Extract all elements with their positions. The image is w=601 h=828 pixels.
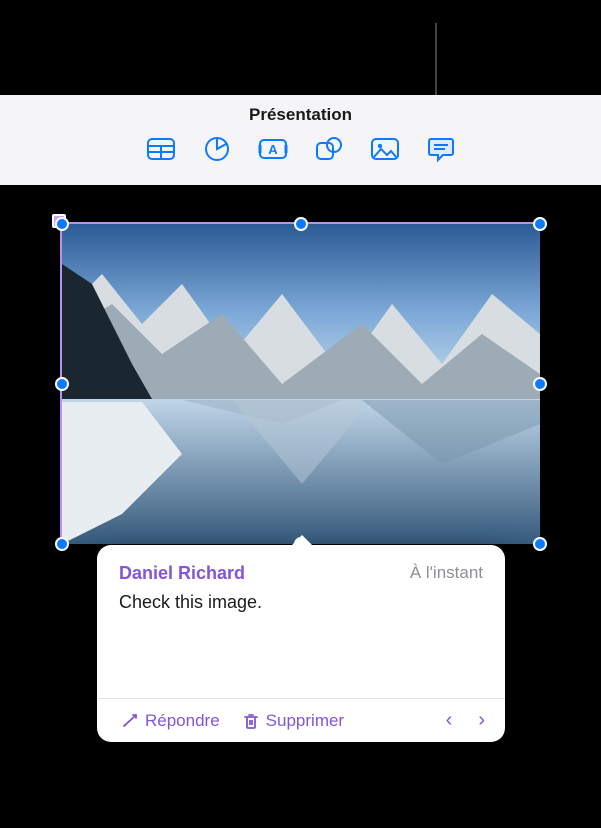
insert-toolbar: A: [146, 135, 456, 163]
delete-button[interactable]: Supprimer: [236, 707, 350, 735]
resize-handle-se[interactable]: [533, 537, 547, 551]
resize-handle-n[interactable]: [294, 217, 308, 231]
comment-text: Check this image.: [97, 590, 505, 615]
next-comment-button[interactable]: ›: [472, 707, 491, 734]
mountain-image: [62, 224, 540, 544]
comment-header: Daniel Richard À l'instant: [97, 545, 505, 590]
screen-title: Présentation: [249, 105, 352, 125]
resize-handle-e[interactable]: [533, 377, 547, 391]
table-icon[interactable]: [146, 135, 176, 163]
resize-handle-sw[interactable]: [55, 537, 69, 551]
comment-actions: Répondre Supprimer ‹ ›: [97, 698, 505, 742]
prev-comment-button[interactable]: ‹: [440, 707, 459, 734]
resize-handle-nw[interactable]: [55, 217, 69, 231]
selected-image[interactable]: [62, 224, 540, 544]
app-header: Présentation A: [0, 95, 601, 185]
comment-popover: Daniel Richard À l'instant Check this im…: [97, 545, 505, 742]
comment-nav: ‹ ›: [440, 707, 491, 734]
delete-label: Supprimer: [266, 711, 344, 731]
resize-handle-w[interactable]: [55, 377, 69, 391]
shape-icon[interactable]: [314, 135, 344, 163]
comment-timestamp: À l'instant: [410, 563, 483, 584]
comment-author: Daniel Richard: [119, 563, 245, 584]
reply-label: Répondre: [145, 711, 220, 731]
resize-handle-ne[interactable]: [533, 217, 547, 231]
slide-canvas: Daniel Richard À l'instant Check this im…: [0, 185, 601, 828]
comment-icon[interactable]: [426, 135, 456, 163]
reply-button[interactable]: Répondre: [115, 707, 226, 735]
media-icon[interactable]: [370, 135, 400, 163]
chart-icon[interactable]: [202, 135, 232, 163]
svg-text:A: A: [268, 142, 278, 157]
text-icon[interactable]: A: [258, 135, 288, 163]
